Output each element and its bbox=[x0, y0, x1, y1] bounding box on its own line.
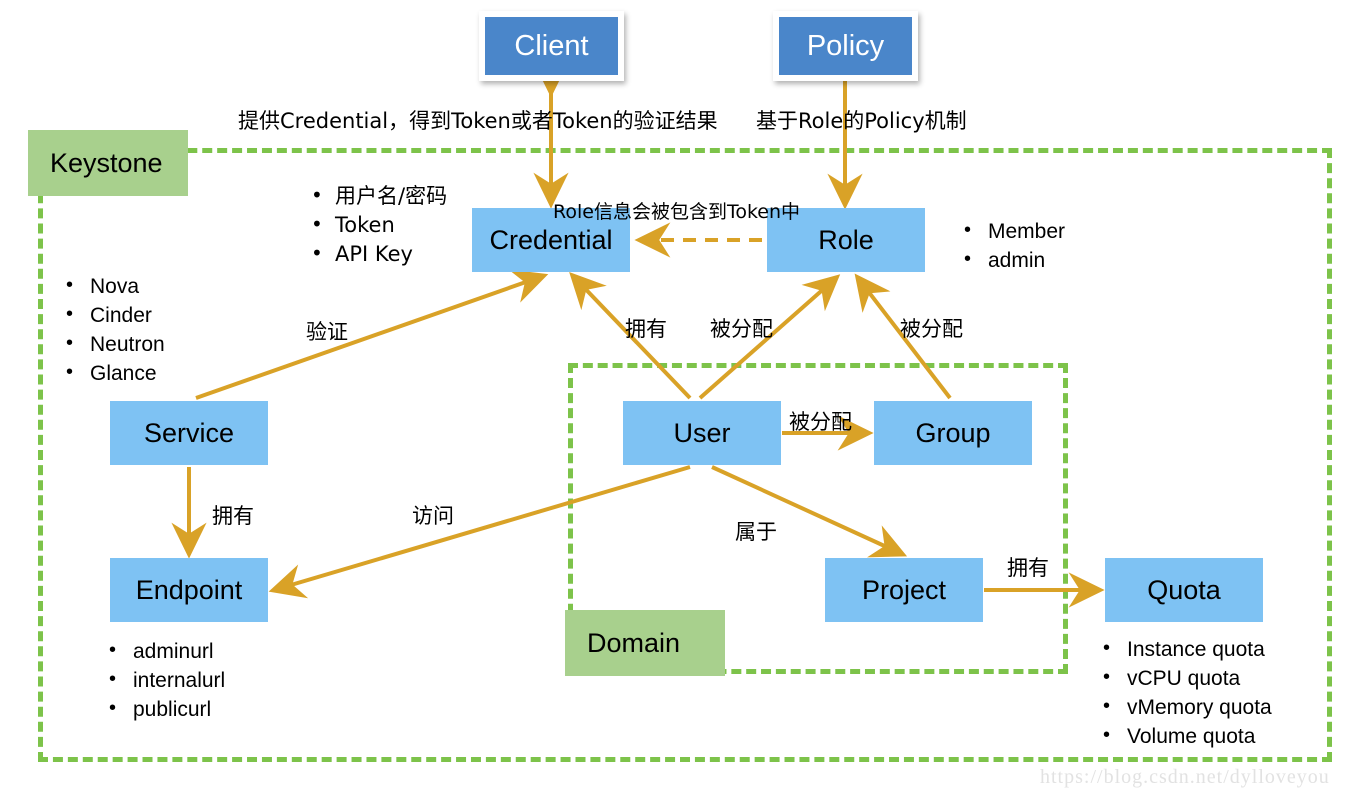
node-policy-label: Policy bbox=[806, 29, 885, 62]
watermark: https://blog.csdn.net/dylloveyou bbox=[1040, 766, 1330, 788]
endpoint-attribute-list: adminurl internalurl publicurl bbox=[103, 636, 225, 724]
list-item: Member bbox=[958, 216, 1065, 246]
list-item: Neutron bbox=[60, 329, 165, 359]
edge-label-own-credential: 拥有 bbox=[625, 317, 667, 341]
edge-label-assigned-group-role: 被分配 bbox=[900, 317, 963, 341]
edge-label-verify: 验证 bbox=[306, 320, 348, 344]
list-item: publicurl bbox=[103, 694, 225, 724]
list-item: Cinder bbox=[60, 300, 165, 330]
list-item: Glance bbox=[60, 358, 165, 388]
edge-label-access: 访问 bbox=[412, 504, 454, 528]
node-client[interactable]: Client bbox=[479, 11, 624, 81]
credential-attribute-list: 用户名/密码 Token API Key bbox=[305, 181, 447, 269]
node-user[interactable]: User bbox=[623, 401, 781, 465]
service-examples-list: Nova Cinder Neutron Glance bbox=[60, 271, 165, 388]
caption-client-flow: 提供Credential，得到Token或者Token的验证结果 bbox=[238, 109, 718, 133]
edge-label-assigned-user-group: 被分配 bbox=[789, 410, 852, 434]
list-item: Volume quota bbox=[1097, 721, 1272, 751]
quota-attribute-list: Instance quota vCPU quota vMemory quota … bbox=[1097, 634, 1272, 751]
list-item: adminurl bbox=[103, 636, 225, 666]
list-item: admin bbox=[958, 245, 1065, 275]
caption-role-token: Role信息会被包含到Token中 bbox=[553, 201, 801, 223]
boundary-label-domain: Domain bbox=[565, 610, 725, 676]
list-item: internalurl bbox=[103, 665, 225, 695]
node-credential-label: Credential bbox=[489, 224, 613, 255]
list-item: 用户名/密码 bbox=[305, 181, 447, 211]
edge-label-assigned-user-role: 被分配 bbox=[710, 317, 773, 341]
node-group[interactable]: Group bbox=[874, 401, 1032, 465]
boundary-label-keystone: Keystone bbox=[28, 130, 188, 196]
node-user-label: User bbox=[673, 417, 731, 448]
list-item: vMemory quota bbox=[1097, 692, 1272, 722]
caption-policy-flow: 基于Role的Policy机制 bbox=[756, 109, 967, 133]
node-group-label: Group bbox=[915, 417, 991, 448]
node-client-label: Client bbox=[514, 29, 589, 62]
node-policy[interactable]: Policy bbox=[773, 11, 918, 81]
diagram-canvas: Credential --> Client Policy bbox=[0, 0, 1370, 793]
list-item: vCPU quota bbox=[1097, 663, 1272, 693]
list-item: Instance quota bbox=[1097, 634, 1272, 664]
list-item: API Key bbox=[305, 239, 447, 269]
domain-label-text: Domain bbox=[587, 627, 681, 658]
keystone-label-text: Keystone bbox=[50, 147, 163, 178]
role-examples-list: Member admin bbox=[958, 216, 1065, 275]
node-quota[interactable]: Quota bbox=[1105, 558, 1263, 622]
list-item: Token bbox=[305, 210, 447, 240]
node-service-label: Service bbox=[143, 417, 235, 448]
node-role-label: Role bbox=[818, 224, 874, 255]
list-item: Nova bbox=[60, 271, 165, 301]
node-endpoint[interactable]: Endpoint bbox=[110, 558, 268, 622]
node-project-label: Project bbox=[861, 574, 947, 605]
node-endpoint-label: Endpoint bbox=[135, 574, 243, 605]
node-service[interactable]: Service bbox=[110, 401, 268, 465]
node-quota-label: Quota bbox=[1147, 574, 1221, 605]
edge-label-own-endpoint: 拥有 bbox=[212, 504, 254, 528]
edge-label-belongs-to: 属于 bbox=[735, 520, 777, 544]
node-project[interactable]: Project bbox=[825, 558, 983, 622]
edge-label-own-quota: 拥有 bbox=[1007, 556, 1049, 580]
